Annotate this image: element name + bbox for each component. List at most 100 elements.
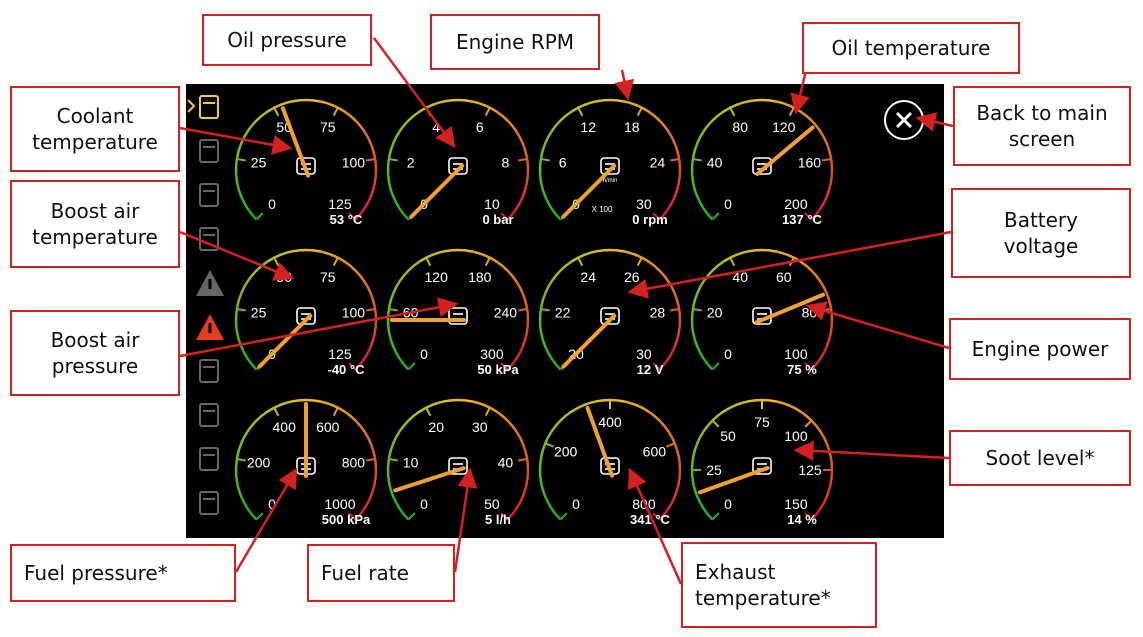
gauge-arc-segment: [386, 169, 391, 184]
gauge-arc-segment: [387, 182, 395, 198]
gauge-tick-label: 300: [480, 346, 504, 362]
gauge-tick: [559, 512, 568, 521]
gauge-engine-power: 0 20 40 60 80 10075 %: [690, 248, 834, 377]
gauge-tick: [273, 107, 280, 117]
gauge-reading: 0 bar: [482, 212, 513, 227]
gauge-needle: [257, 313, 313, 369]
gauge-arc-segment: [538, 319, 543, 334]
gauge-arc-segment: [398, 507, 410, 521]
gauge-tick-label: 1000: [324, 496, 355, 512]
gauge-soot-level: 0 25 50 75 100 125 15014 %: [690, 398, 834, 527]
gauge-arc-segment: [666, 346, 676, 361]
gauge-arc-segment: [319, 100, 334, 107]
gauge-arc-segment: [691, 482, 699, 498]
gauge-arc-segment: [292, 98, 307, 103]
gauge-tick-label: 8: [502, 154, 510, 170]
gauge-arc-segment: [734, 399, 750, 407]
gauge-arc-segment: [234, 305, 239, 321]
gauge-arc-segment: [386, 469, 391, 484]
gauge-arc-segment: [696, 429, 706, 444]
gauge-reading: 14 %: [787, 512, 817, 527]
callout-exhaust-temperature: Exhaust temperature*: [681, 542, 877, 628]
gauge-arc-segment: [240, 279, 250, 294]
gauge-tick-label: 200: [554, 444, 578, 460]
gauge-tick: [484, 257, 491, 267]
gauge-arc-segment: [246, 357, 258, 371]
gauge-multiplier: X 100: [592, 205, 613, 214]
gauge-tick: [332, 107, 339, 117]
gauge-tick-label: 0: [420, 496, 428, 512]
gauge-arc-segment: [648, 110, 661, 122]
gauge-arc-segment: [761, 398, 777, 403]
gauge-tick-label: 24: [580, 269, 596, 285]
gauge-arc-segment: [386, 455, 391, 471]
gauge-arc-segment: [711, 110, 725, 122]
gauge-arc-segment: [691, 182, 699, 198]
gauge-arc-segment: [673, 333, 680, 348]
gauge-arc-segment: [550, 119, 562, 132]
gauge-tick-label: 120: [425, 269, 449, 285]
gauge-arc-segment: [695, 345, 705, 360]
gauge-arc-segment: [818, 496, 828, 511]
gauge-arc-segment: [623, 250, 638, 257]
gauge-arc-segment: [702, 207, 714, 221]
back-to-main-button[interactable]: [884, 100, 924, 140]
gauge-tick: [484, 107, 491, 117]
gauge-arc-segment: [369, 483, 376, 498]
gauge-arc-segment: [800, 110, 813, 122]
gauge-arc-segment: [690, 469, 695, 484]
gauge-arc-segment: [240, 129, 250, 144]
gauge-arc-segment: [609, 248, 625, 253]
gauge-arc-segment: [722, 253, 737, 263]
gauge-arc-segment: [818, 196, 828, 211]
gauge-arc-segment: [362, 496, 372, 511]
gauge-tick-label: 22: [555, 304, 571, 320]
gauge-arc-segment: [544, 129, 554, 144]
gauge-reading: 53 °C: [330, 212, 363, 227]
gauge-arc-segment: [648, 260, 661, 272]
gauge-arc-segment: [761, 98, 777, 103]
gauge-engine-rpm: 06121824300 rpmX 100n/min: [538, 98, 682, 227]
gauge-arc-segment: [691, 332, 699, 348]
gauge-tick: [636, 107, 643, 117]
gauge-arc-segment: [506, 119, 518, 133]
gauge-arc-segment: [540, 292, 547, 307]
gauge-arc-segment: [398, 207, 410, 221]
gauge-arc-segment: [506, 419, 518, 433]
gauge-arc-segment: [363, 280, 373, 295]
gauge-arc-segment: [521, 483, 528, 498]
gauge-arc-segment: [514, 346, 524, 361]
gauge-arc-segment: [235, 182, 243, 198]
gauge-reading: 137 °C: [782, 212, 823, 227]
gauge-arc-segment: [444, 398, 459, 403]
gauge-arc-segment: [559, 260, 573, 272]
gauge-arc-segment: [398, 419, 410, 432]
gauge-arc-segment: [690, 305, 695, 321]
gauge-tick: [388, 458, 398, 462]
gauge-arc-segment: [398, 119, 410, 132]
gauge-arc-segment: [344, 410, 357, 422]
gauge-tick-label: 40: [732, 269, 748, 285]
gauge-arc-segment: [369, 183, 376, 198]
gauge-arc-segment: [673, 292, 681, 308]
gauge-arc-segment: [278, 399, 294, 407]
gauge-arc-segment: [392, 429, 402, 444]
gauge-arc-segment: [418, 253, 433, 263]
gauge-arc-segment: [810, 419, 822, 433]
gauge-arc-segment: [539, 182, 547, 198]
gauge-tick-label: 400: [598, 414, 622, 430]
gauge-tick-label: 0: [724, 496, 732, 512]
gauge-arc-segment: [825, 442, 833, 458]
gauge-arc-segment: [819, 430, 829, 445]
gauge-arc-segment: [829, 456, 834, 471]
gauge-arc-segment: [255, 110, 269, 122]
gauge-tick-label: 10: [403, 454, 419, 470]
gauge-arc-segment: [702, 419, 714, 432]
gauge-arc-segment: [734, 99, 750, 107]
gauge-arc-segment: [788, 104, 803, 114]
gauge-arc-segment: [234, 455, 239, 471]
gauge-tick-label: 28: [650, 304, 666, 320]
gauge-tick-label: 100: [784, 346, 808, 362]
gauge-arc-segment: [570, 253, 585, 263]
gauge-tick-label: 600: [316, 419, 340, 435]
